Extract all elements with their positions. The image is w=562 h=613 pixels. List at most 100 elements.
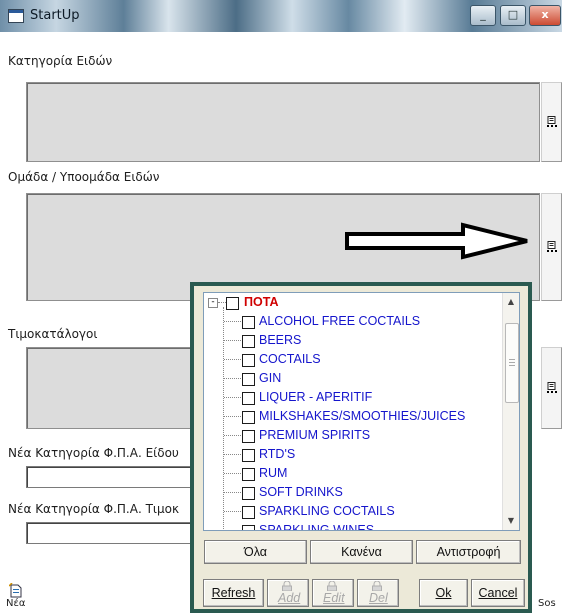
tree-root-row[interactable]: - ΠΟΤΑ [204,293,504,312]
grip-line [509,362,515,363]
grip-line [509,359,515,360]
select-none-button[interactable]: Κανένα [310,540,413,564]
item-label: PREMIUM SPIRITS [259,428,371,442]
cancel-label: Cancel [478,586,518,600]
tree-line [224,530,241,531]
del-label: Del [369,591,388,605]
close-button[interactable]: x [529,5,561,26]
maximize-button[interactable]: □ [500,5,526,26]
refresh-label: Refresh [211,586,256,600]
group-label: Ομάδα / Υποομάδα Ειδών [8,170,160,184]
window-title: StartUp [30,8,80,23]
vat-item-label: Νέα Κατηγορία Φ.Π.Α. Είδου [8,446,179,460]
ok-label: Ok [435,586,452,600]
app-icon [8,9,24,23]
popup-body: - ΠΟΤΑ ALCOHOL FREE COCTAILS BEERS COCTA… [194,286,528,609]
ellipsis-button-icon [546,116,557,127]
ellipsis-button-icon [546,241,557,252]
tree-item[interactable]: LIQUER - APERITIF [204,388,504,407]
item-label: LIQUER - APERITIF [259,390,373,404]
tree-line [218,302,226,303]
collapse-icon[interactable]: - [208,298,218,308]
scroll-up-icon[interactable]: ▲ [504,294,518,309]
tree-item[interactable]: SPARKLING COCTAILS [204,502,504,521]
tree-item[interactable]: BEERS [204,331,504,350]
category-browse-button[interactable] [541,82,562,162]
lock-icon [282,581,292,591]
tree-line [224,492,241,493]
lock-icon [372,581,382,591]
select-all-button[interactable]: Όλα [204,540,307,564]
pricelists-browse-button[interactable] [541,347,562,429]
add-label: Add [278,591,301,605]
item-label: BEERS [259,333,302,347]
tree-item[interactable]: GIN [204,369,504,388]
item-checkbox[interactable] [242,392,255,405]
ok-button[interactable]: Ok [419,579,468,607]
edit-button[interactable]: Edit [312,579,354,607]
item-label: GIN [259,371,282,385]
cancel-button[interactable]: Cancel [471,579,525,607]
new-button[interactable]: Νέα [6,583,34,611]
item-label: SPARKLING COCTAILS [259,504,395,518]
sos-label: Sos [538,598,556,609]
item-checkbox[interactable] [242,316,255,329]
category-label: Κατηγορία Ειδών [8,54,113,68]
item-label: SPARKLING WINES [259,523,375,531]
pricelists-label: Τιμοκατάλογοι [8,327,98,341]
item-checkbox[interactable] [242,506,255,519]
new-label: Νέα [6,598,26,609]
item-checkbox[interactable] [242,430,255,443]
vat-price-label: Νέα Κατηγορία Φ.Π.Α. Τιμοκ [8,502,180,516]
title-bar[interactable]: StartUp _ □ x [0,0,562,32]
category-list[interactable] [26,82,540,162]
minimize-button[interactable]: _ [470,5,496,26]
delete-button[interactable]: Del [357,579,399,607]
tree-item[interactable]: PREMIUM SPIRITS [204,426,504,445]
group-browse-button[interactable] [541,193,562,301]
item-checkbox[interactable] [242,373,255,386]
tree-item[interactable]: RUM [204,464,504,483]
vat-price-field[interactable] [26,522,196,544]
item-label: ALCOHOL FREE COCTAILS [259,314,421,328]
tree-line [224,416,241,417]
tree-line [224,397,241,398]
item-checkbox[interactable] [242,335,255,348]
vat-item-field[interactable] [26,466,196,488]
new-document-icon [9,583,22,598]
scroll-down-icon[interactable]: ▼ [504,513,518,528]
edit-label: Edit [323,591,345,605]
tree-item[interactable]: MILKSHAKES/SMOOTHIES/JUICES [204,407,504,426]
item-checkbox[interactable] [242,487,255,500]
arrow-right-icon [345,222,528,260]
item-checkbox[interactable] [242,411,255,424]
root-label: ΠΟΤΑ [244,295,279,309]
tree-line [224,378,241,379]
tree-item[interactable]: COCTAILS [204,350,504,369]
tree-line [224,340,241,341]
add-button[interactable]: Add [267,579,309,607]
tree-item[interactable]: SOFT DRINKS [204,483,504,502]
tree-scrollbar[interactable]: ▲ ▼ [502,293,519,530]
tree-item[interactable]: SPARKLING WINES [204,521,504,531]
tree-item[interactable]: ALCOHOL FREE COCTAILS [204,312,504,331]
item-checkbox[interactable] [242,525,255,530]
refresh-button[interactable]: Refresh [203,579,264,607]
scroll-thumb[interactable] [505,323,519,403]
pricelists-list[interactable] [26,347,198,429]
tree-item[interactable]: RTD'S [204,445,504,464]
item-label: RTD'S [259,447,296,461]
item-label: COCTAILS [259,352,321,366]
item-checkbox[interactable] [242,449,255,462]
item-checkbox[interactable] [242,354,255,367]
category-tree[interactable]: - ΠΟΤΑ ALCOHOL FREE COCTAILS BEERS COCTA… [203,292,520,531]
tree-line [224,321,241,322]
root-checkbox[interactable] [226,297,239,310]
item-label: SOFT DRINKS [259,485,343,499]
item-checkbox[interactable] [242,468,255,481]
invert-selection-button[interactable]: Αντιστροφή [416,540,521,564]
tree-line [224,454,241,455]
grip-line [509,365,515,366]
tree-line [224,473,241,474]
tree-line [224,511,241,512]
